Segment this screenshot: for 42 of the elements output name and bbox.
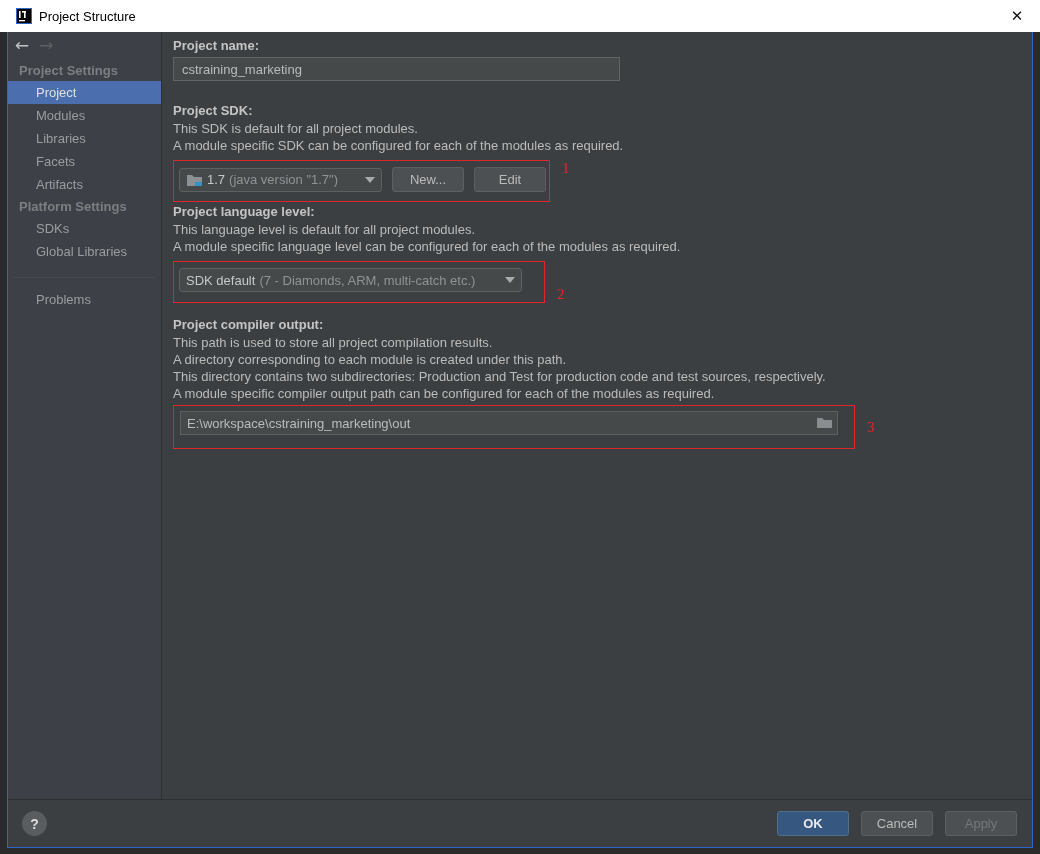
app-logo-icon [16,8,32,24]
sidebar-item[interactable]: Global Libraries [8,240,161,263]
sidebar-item[interactable]: Libraries [8,127,161,150]
annotation-number: 2 [557,286,565,303]
dialog-button[interactable]: OK [777,811,849,836]
sdk-action-button[interactable]: Edit [474,167,546,192]
sidebar-item[interactable]: Problems [8,288,161,311]
folder-icon [186,172,203,187]
description-text: This language level is default for all project modules. [173,221,477,238]
annotation-number: 1 [562,160,570,177]
dropdown-caret-icon [365,176,375,183]
sidebar-section-title: Project Settings [18,62,119,80]
sdk-action-button[interactable]: New... [392,167,464,192]
sidebar-section-title: Platform Settings [18,198,128,216]
section-heading: Project compiler output: [173,316,325,334]
sidebar-item[interactable]: Artifacts [8,173,161,196]
description-text: This path is used to store all project compilation results. [173,334,494,351]
folder-icon[interactable] [817,417,833,429]
field-label: Project name: [173,37,260,55]
dialog-button[interactable]: Cancel [861,811,933,836]
annotation-number: 3 [867,418,875,436]
description-text: A module specific compiler output path can be configured for each of the modules as required. [173,385,716,402]
description-text: A directory corresponding to each module is created under this path. [173,351,568,368]
sdk-dropdown[interactable]: 1.7 (java version "1.7") [179,167,382,192]
description-text: A module specific SDK can be configured for each of the modules as required. [173,137,625,154]
dropdown-caret-icon [505,277,515,283]
section-heading: Project SDK: [173,102,254,120]
sidebar-item[interactable]: Project [8,81,161,104]
description-text: A module specific language level can be configured for each of the modules as required. [173,238,682,255]
sidebar-item[interactable]: Modules [8,104,161,127]
description-text: This directory contains two subdirectories: Production and Test for production code and test sources, respectively. [173,368,827,385]
project-name-field[interactable]: cstraining_marketing [173,57,620,81]
description-text: This SDK is default for all project modules. [173,120,419,137]
window-title: Project Structure [39,8,137,24]
language-level-dropdown[interactable]: SDK default (7 - Diamonds, ARM, multi-catch etc.) [179,268,522,292]
sidebar-item[interactable]: Facets [8,150,161,173]
back-button[interactable]: ← [15,36,30,54]
output-path-field[interactable]: E:\workspace\cstraining_marketing\out [180,411,838,435]
help-button[interactable]: ? [22,811,47,836]
section-heading: Project language level: [173,203,316,221]
close-button[interactable]: ✕ [994,0,1040,32]
sidebar-item[interactable]: SDKs [8,217,161,240]
